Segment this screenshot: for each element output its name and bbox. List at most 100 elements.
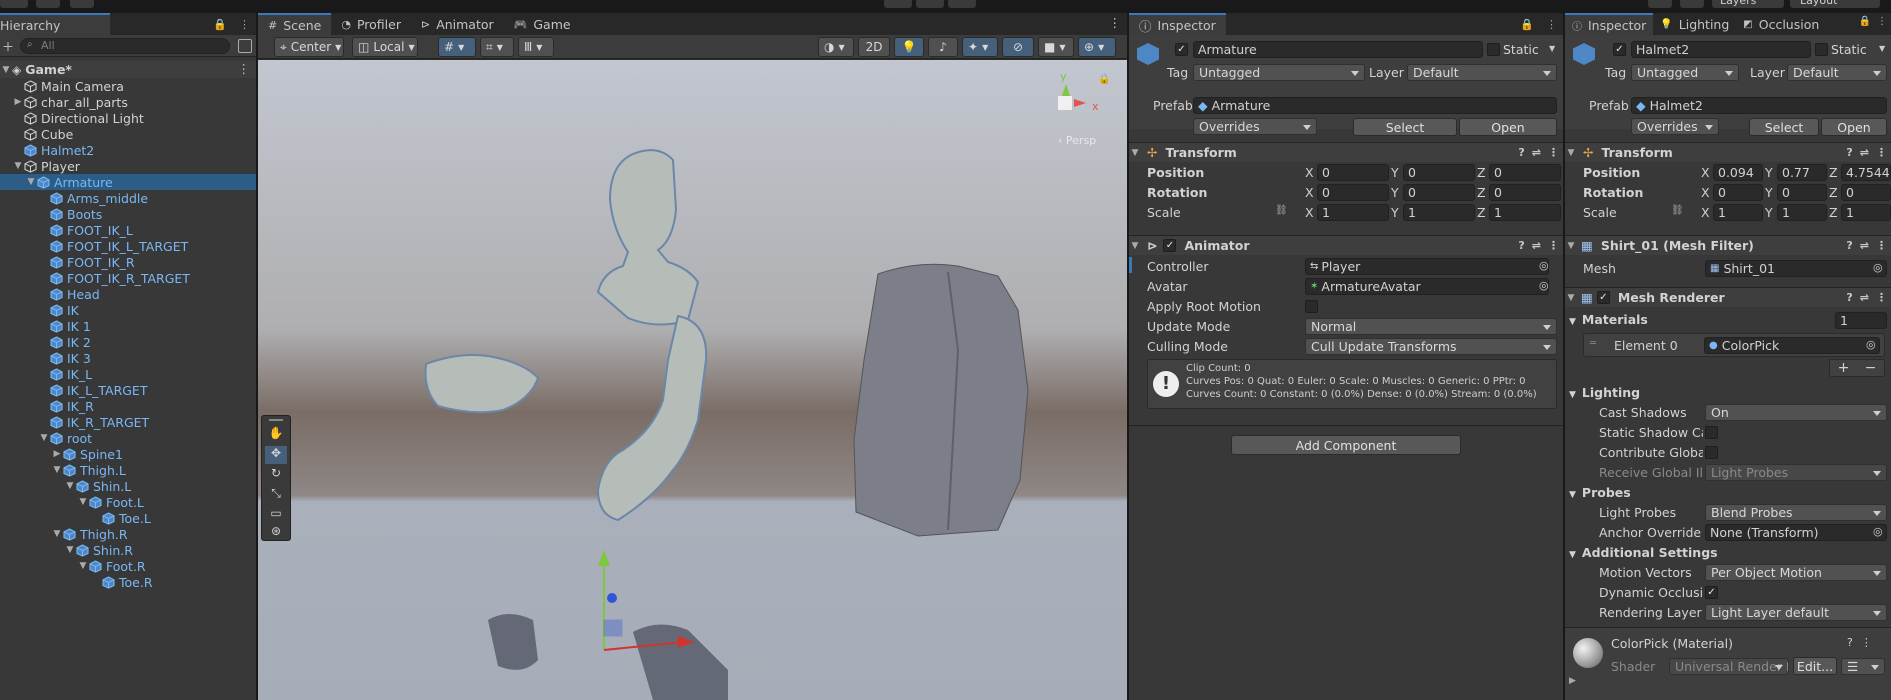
hierarchy-item[interactable]: FOOT_IK_L bbox=[0, 222, 256, 238]
tab-animator[interactable]: ⊳ Animator bbox=[411, 13, 504, 35]
collapse-arrow-icon[interactable]: ▼ bbox=[0, 65, 12, 75]
component-menu-icon[interactable]: ⋮ bbox=[1876, 146, 1887, 159]
minus-icon[interactable]: − bbox=[1865, 360, 1877, 376]
apply-root-motion-checkbox[interactable] bbox=[1305, 300, 1318, 313]
open-button[interactable]: Open bbox=[1821, 118, 1887, 136]
rotation-z-field[interactable]: 0 bbox=[1841, 184, 1891, 201]
collapse-arrow-icon[interactable]: ▼ bbox=[64, 481, 76, 491]
hierarchy-item[interactable]: IK 3 bbox=[0, 350, 256, 366]
link-scale-icon[interactable]: ⛓ bbox=[1275, 205, 1288, 216]
transform-header[interactable]: ▼ ✢ Transform ? ⇌ ⋮ bbox=[1129, 142, 1563, 162]
collapse-arrow-icon[interactable]: ▼ bbox=[77, 497, 89, 507]
hierarchy-item[interactable]: Directional Light bbox=[0, 110, 256, 126]
layout-dropdown[interactable]: Layout bbox=[1790, 0, 1880, 8]
expand-arrow-icon[interactable]: ▶ bbox=[51, 449, 63, 459]
rotation-x-field[interactable]: 0 bbox=[1317, 184, 1389, 201]
object-picker-icon[interactable]: ◎ bbox=[1873, 261, 1883, 274]
collapse-arrow-icon[interactable]: ▼ bbox=[64, 545, 76, 555]
scale-x-field[interactable]: 1 bbox=[1713, 204, 1763, 221]
fold-arrow-icon[interactable]: ▼ bbox=[1129, 148, 1141, 158]
hierarchy-item[interactable]: ▼ root bbox=[0, 430, 256, 446]
receive-gi-dropdown[interactable]: Light Probes bbox=[1705, 464, 1887, 481]
prefab-field[interactable]: ◆ Halmet2 bbox=[1631, 97, 1887, 114]
component-menu-icon[interactable]: ⋮ bbox=[1548, 239, 1559, 252]
drag-handle-icon[interactable]: ═ bbox=[1590, 338, 1596, 349]
preset-icon[interactable]: ⇌ bbox=[1860, 146, 1869, 159]
object-picker-icon[interactable]: ◎ bbox=[1873, 525, 1883, 538]
help-icon[interactable]: ? bbox=[1847, 636, 1853, 649]
scene-root-row[interactable]: ▼ ◈ Game* ⋮ bbox=[0, 61, 256, 78]
mesh-field[interactable]: ▦ Shirt_01 bbox=[1705, 260, 1887, 277]
avatar-field[interactable]: ✶ ArmatureAvatar bbox=[1305, 278, 1549, 295]
shader-dropdown[interactable]: Universal Render P bbox=[1669, 658, 1789, 675]
collapse-arrow-icon[interactable]: ▼ bbox=[77, 561, 89, 571]
hierarchy-item[interactable]: IK 2 bbox=[0, 334, 256, 350]
hierarchy-item[interactable]: FOOT_IK_R_TARGET bbox=[0, 270, 256, 286]
scene-viewport[interactable]: y x ‹ Persp 🔒 ✋ ✥ ↻ ⤡ ▭ ⊛ bbox=[258, 60, 1127, 700]
kebab-menu-icon[interactable]: ⋮ bbox=[233, 13, 256, 35]
pause-button[interactable] bbox=[916, 0, 944, 8]
hierarchy-item[interactable]: ▶ Spine1 bbox=[0, 446, 256, 462]
static-dropdown-icon[interactable]: ▼ bbox=[1879, 44, 1885, 53]
select-button[interactable]: Select bbox=[1749, 118, 1819, 136]
overrides-dropdown[interactable]: Overrides bbox=[1631, 118, 1719, 135]
layers-dropdown[interactable]: Layers bbox=[1712, 0, 1784, 8]
hierarchy-item[interactable]: FOOT_IK_R bbox=[0, 254, 256, 270]
scale-x-field[interactable]: 1 bbox=[1317, 204, 1389, 221]
persp-label[interactable]: ‹ Persp bbox=[1058, 134, 1096, 147]
rotation-y-field[interactable]: 0 bbox=[1777, 184, 1827, 201]
hierarchy-item[interactable]: Main Camera bbox=[0, 78, 256, 94]
animator-header[interactable]: ▼ ⊳ ✓ Animator ? ⇌ ⋮ bbox=[1129, 235, 1563, 255]
settings-button[interactable] bbox=[70, 0, 94, 8]
hierarchy-item[interactable]: ▼ Foot.L bbox=[0, 494, 256, 510]
collapse-arrow-icon[interactable]: ▼ bbox=[51, 529, 63, 539]
static-shadow-caster-checkbox[interactable] bbox=[1705, 426, 1718, 439]
rotation-x-field[interactable]: 0 bbox=[1713, 184, 1763, 201]
lock-icon[interactable]: 🔒 bbox=[1859, 16, 1871, 27]
camera-dropdown[interactable]: ■ ▼ bbox=[1038, 37, 1074, 57]
expand-arrow-icon[interactable]: ▶ bbox=[12, 97, 24, 107]
history-button[interactable] bbox=[1648, 0, 1672, 8]
hierarchy-item[interactable]: IK bbox=[0, 302, 256, 318]
culling-mode-dropdown[interactable]: Cull Update Transforms bbox=[1305, 338, 1557, 355]
transform-tool-icon[interactable]: ⊛ bbox=[265, 524, 287, 540]
fold-arrow-icon[interactable]: ▼ bbox=[1569, 317, 1576, 327]
hidden-objects-toggle[interactable]: ⊘ bbox=[1002, 37, 1034, 57]
hierarchy-item[interactable]: IK 1 bbox=[0, 318, 256, 334]
lock-icon[interactable]: 🔒 bbox=[1514, 13, 1540, 35]
preset-icon[interactable]: ⇌ bbox=[1860, 239, 1869, 252]
materials-count-field[interactable]: 1 bbox=[1835, 312, 1887, 329]
lock-icon[interactable]: 🔒 bbox=[207, 13, 233, 35]
scale-tool-icon[interactable]: ⤡ bbox=[265, 486, 287, 504]
gizmos-dropdown[interactable]: ⊕ ▼ bbox=[1078, 37, 1116, 57]
tab-occlusion[interactable]: ◩ Occlusion bbox=[1736, 13, 1826, 35]
static-checkbox[interactable] bbox=[1487, 43, 1500, 56]
hierarchy-item[interactable]: Boots bbox=[0, 206, 256, 222]
object-name-field[interactable]: Halmet2 bbox=[1631, 41, 1811, 58]
static-dropdown-icon[interactable]: ▼ bbox=[1549, 44, 1555, 53]
element0-field[interactable]: ● ColorPick bbox=[1704, 337, 1880, 354]
draw-mode-dropdown[interactable]: ◑ ▼ bbox=[818, 37, 854, 57]
hierarchy-item[interactable]: ▼ Shin.L bbox=[0, 478, 256, 494]
scale-y-field[interactable]: 1 bbox=[1777, 204, 1827, 221]
position-z-field[interactable]: 4.7544 bbox=[1841, 164, 1891, 181]
hierarchy-item[interactable]: Cube bbox=[0, 126, 256, 142]
tab-scene[interactable]: # Scene bbox=[258, 13, 332, 35]
fold-arrow-icon[interactable]: ▼ bbox=[1565, 148, 1577, 158]
hierarchy-item[interactable]: ▼ Foot.R bbox=[0, 558, 256, 574]
create-button[interactable]: ＋ bbox=[2, 38, 20, 54]
hierarchy-item[interactable]: Arms_middle bbox=[0, 190, 256, 206]
help-icon[interactable]: ? bbox=[1518, 146, 1524, 159]
select-button[interactable]: Select bbox=[1353, 118, 1457, 136]
renderer-enabled-checkbox[interactable]: ✓ bbox=[1596, 291, 1610, 304]
transform-header[interactable]: ▼ ✢ Transform ? ⇌ ⋮ bbox=[1565, 142, 1891, 162]
scale-y-field[interactable]: 1 bbox=[1403, 204, 1475, 221]
hierarchy-item[interactable]: ▼ Thigh.L bbox=[0, 462, 256, 478]
fold-arrow-icon[interactable]: ▼ bbox=[1565, 293, 1577, 303]
update-mode-dropdown[interactable]: Normal bbox=[1305, 318, 1557, 335]
rotation-z-field[interactable]: 0 bbox=[1489, 184, 1561, 201]
rotation-y-field[interactable]: 0 bbox=[1403, 184, 1475, 201]
collapse-arrow-icon[interactable]: ▼ bbox=[25, 177, 37, 187]
open-button[interactable]: Open bbox=[1459, 118, 1557, 136]
tab-game[interactable]: 🎮 Game bbox=[504, 13, 581, 35]
